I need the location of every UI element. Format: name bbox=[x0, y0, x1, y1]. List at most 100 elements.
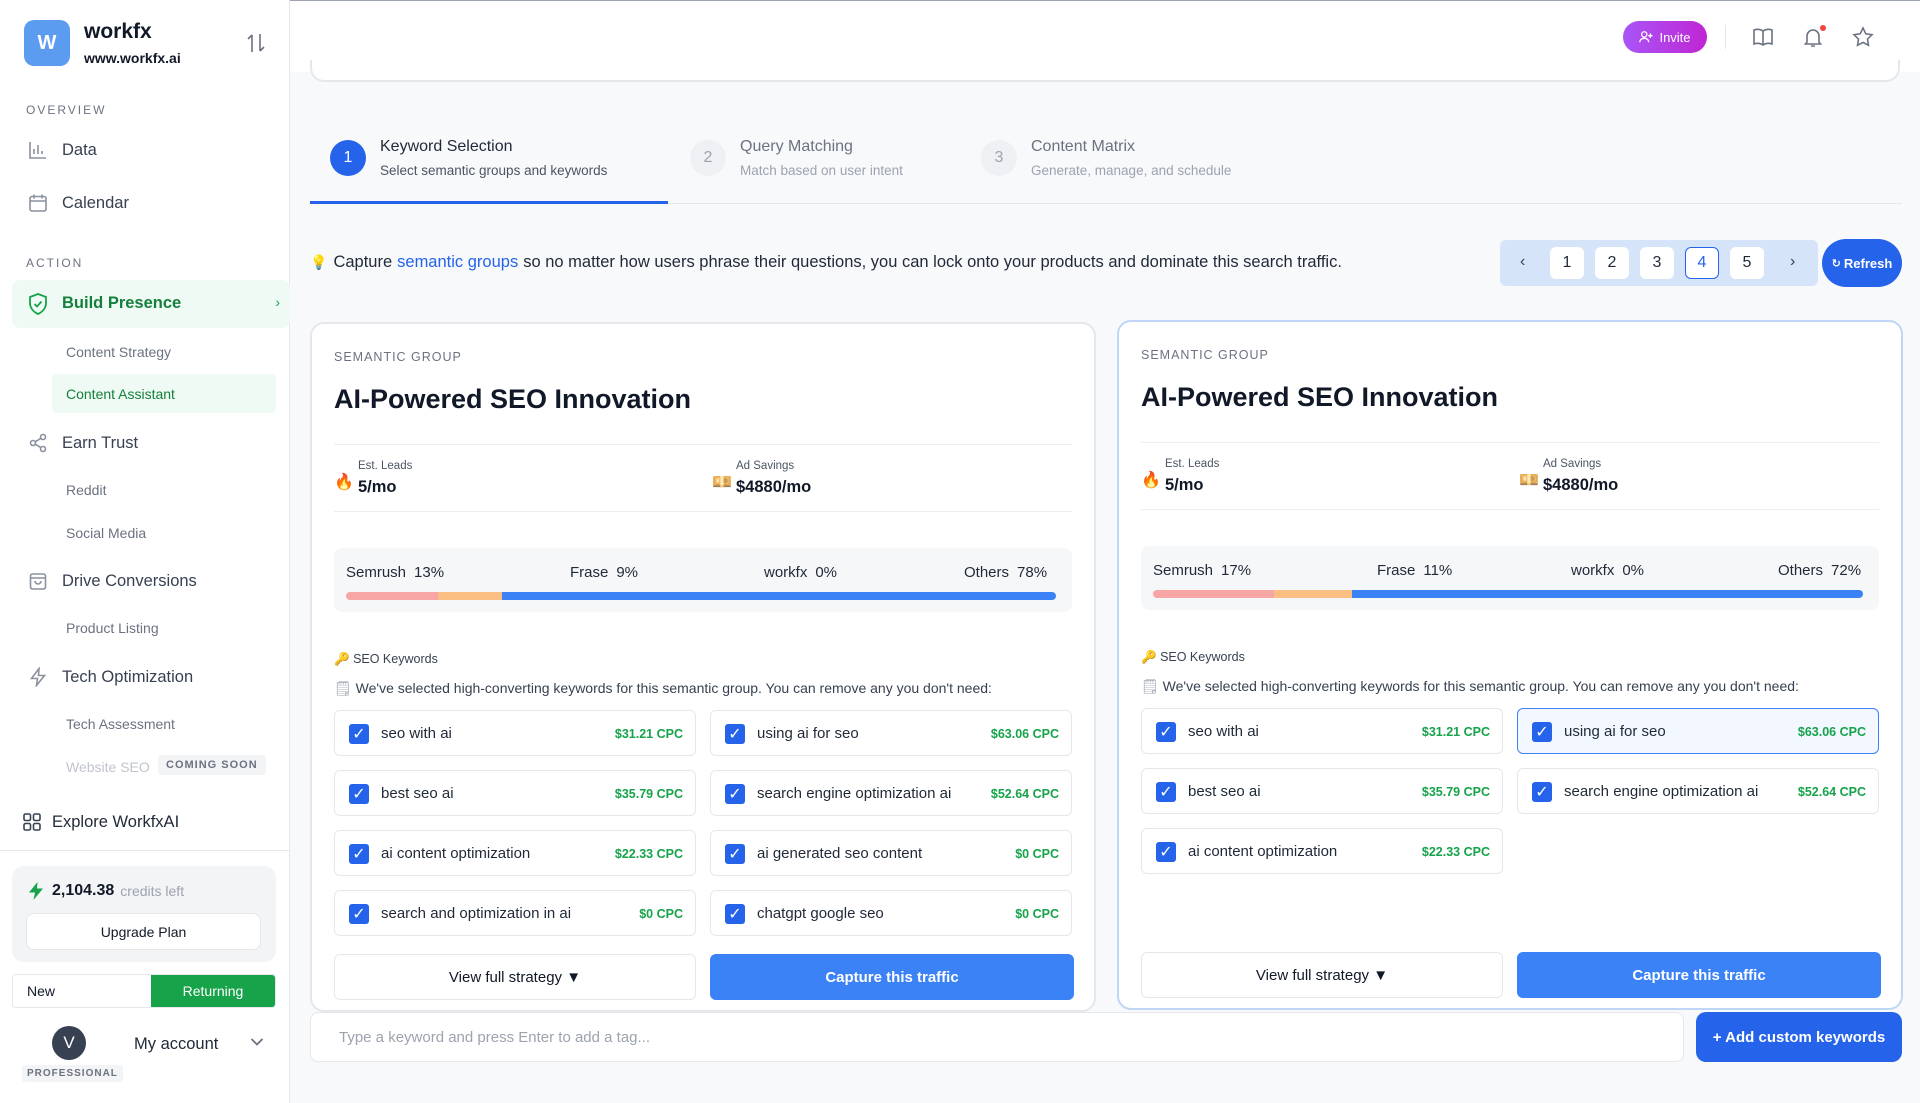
credits-value: 2,104.38 bbox=[52, 882, 115, 899]
bar-chart-icon bbox=[26, 138, 50, 162]
checkbox-checked-icon[interactable]: ✓ bbox=[349, 904, 369, 924]
active-step-indicator bbox=[310, 201, 668, 204]
metric-value: $4880/mo bbox=[1543, 476, 1619, 494]
sub-item-social-media[interactable]: Social Media bbox=[66, 525, 146, 541]
section-action-label: ACTION bbox=[26, 256, 84, 270]
shield-check-icon bbox=[29, 293, 47, 315]
keyword-text: using ai for seo bbox=[1564, 723, 1666, 740]
keyword-chip[interactable]: ✓ search and optimization in ai $0 CPC bbox=[334, 890, 696, 936]
semantic-group-card[interactable]: SEMANTIC GROUP AI-Powered SEO Innovation… bbox=[310, 322, 1096, 1012]
share-of-voice: Semrush 13% Frase 9% workfx 0% Others 78% bbox=[334, 548, 1072, 612]
keyword-chip[interactable]: ✓ using ai for seo $63.06 CPC bbox=[710, 710, 1072, 756]
book-icon[interactable] bbox=[1752, 26, 1774, 48]
share-bar-others bbox=[502, 592, 1056, 600]
checkbox-checked-icon[interactable]: ✓ bbox=[1532, 722, 1552, 742]
add-custom-keywords-button[interactable]: + Add custom keywords bbox=[1696, 1012, 1902, 1062]
keyword-text: chatgpt google seo bbox=[757, 905, 884, 922]
keyword-chip[interactable]: ✓ seo with ai $31.21 CPC bbox=[334, 710, 696, 756]
view-full-strategy-button[interactable]: View full strategy ▼ bbox=[1141, 952, 1503, 998]
keyword-text: ai content optimization bbox=[1188, 843, 1338, 860]
chevron-right-icon[interactable]: › bbox=[1790, 253, 1795, 271]
view-full-strategy-button[interactable]: View full strategy ▼ bbox=[334, 954, 696, 1000]
keyword-chip[interactable]: ✓ ai content optimization $22.33 CPC bbox=[334, 830, 696, 876]
keyword-cpc: $22.33 CPC bbox=[614, 847, 683, 861]
seo-keywords-description: 🗒 We've selected high-converting keyword… bbox=[1141, 678, 1799, 694]
nav-item-calendar[interactable]: Calendar bbox=[26, 191, 129, 215]
keyword-cpc: $52.64 CPC bbox=[990, 787, 1059, 801]
keyword-cpc: $0 CPC bbox=[1015, 847, 1059, 861]
sub-item-reddit[interactable]: Reddit bbox=[66, 482, 106, 498]
invite-button[interactable]: Invite bbox=[1623, 21, 1707, 53]
sub-item-content-strategy[interactable]: Content Strategy bbox=[66, 344, 171, 360]
sub-item-tech-assessment[interactable]: Tech Assessment bbox=[66, 716, 175, 732]
keyword-chip[interactable]: ✓ search engine optimization ai $52.64 CPC bbox=[1517, 768, 1879, 814]
checkbox-checked-icon[interactable]: ✓ bbox=[1532, 782, 1552, 802]
nav-item-tech-optimization[interactable]: Tech Optimization bbox=[26, 665, 193, 689]
keyword-text: search engine optimization ai bbox=[757, 785, 952, 802]
page-2-button[interactable]: 2 bbox=[1595, 247, 1629, 279]
checkbox-checked-icon[interactable]: ✓ bbox=[725, 844, 745, 864]
switch-workspace-icon[interactable] bbox=[246, 32, 266, 54]
nav-item-earn-trust[interactable]: Earn Trust bbox=[26, 431, 138, 455]
keyword-chip[interactable]: ✓ ai content optimization $22.33 CPC bbox=[1141, 828, 1503, 874]
metric-value: 5/mo bbox=[358, 478, 397, 496]
sub-item-content-assistant-label: Content Assistant bbox=[66, 386, 175, 402]
chevron-right-icon: › bbox=[275, 294, 280, 310]
step-subtitle: Match based on user intent bbox=[740, 163, 903, 178]
keyword-chip[interactable]: ✓ best seo ai $35.79 CPC bbox=[334, 770, 696, 816]
checkbox-checked-icon[interactable]: ✓ bbox=[349, 784, 369, 804]
semantic-group-card[interactable]: SEMANTIC GROUP AI-Powered SEO Innovation… bbox=[1117, 320, 1903, 1010]
divider bbox=[334, 511, 1072, 512]
seo-keywords-heading: 🔑 SEO Keywords bbox=[1141, 650, 1245, 664]
key-icon: 🔑 bbox=[1141, 650, 1157, 664]
nav-item-calendar-label: Calendar bbox=[62, 193, 129, 212]
metric-label: Ad Savings bbox=[1543, 458, 1602, 470]
page-3-button[interactable]: 3 bbox=[1640, 247, 1674, 279]
keyword-cpc: $52.64 CPC bbox=[1797, 785, 1866, 799]
nav-item-data[interactable]: Data bbox=[26, 138, 97, 162]
checkbox-checked-icon[interactable]: ✓ bbox=[725, 784, 745, 804]
checkbox-checked-icon[interactable]: ✓ bbox=[349, 844, 369, 864]
keyword-chip[interactable]: ✓ search engine optimization ai $52.64 CPC bbox=[710, 770, 1072, 816]
info-highlight-link[interactable]: semantic groups bbox=[397, 253, 518, 272]
refresh-button[interactable]: ↻ Refresh bbox=[1822, 239, 1902, 287]
page-5-button[interactable]: 5 bbox=[1730, 247, 1764, 279]
brand[interactable]: W workfx www.workfx.ai bbox=[24, 20, 181, 66]
nav-item-build-presence[interactable]: Build Presence › bbox=[12, 280, 290, 328]
chevron-left-icon[interactable]: ‹ bbox=[1520, 253, 1525, 271]
account-menu[interactable]: V My account bbox=[52, 1026, 282, 1066]
info-prefix: Capture bbox=[333, 253, 393, 271]
upgrade-plan-button[interactable]: Upgrade Plan bbox=[26, 913, 261, 950]
checkbox-checked-icon[interactable]: ✓ bbox=[1156, 782, 1176, 802]
checkbox-checked-icon[interactable]: ✓ bbox=[349, 724, 369, 744]
checkbox-checked-icon[interactable]: ✓ bbox=[725, 724, 745, 744]
collapsed-panel-edge bbox=[310, 60, 1900, 82]
checkbox-checked-icon[interactable]: ✓ bbox=[725, 904, 745, 924]
checkbox-checked-icon[interactable]: ✓ bbox=[1156, 842, 1176, 862]
keyword-chip[interactable]: ✓ seo with ai $31.21 CPC bbox=[1141, 708, 1503, 754]
keyword-chip[interactable]: ✓ chatgpt google seo $0 CPC bbox=[710, 890, 1072, 936]
keyword-chip[interactable]: ✓ best seo ai $35.79 CPC bbox=[1141, 768, 1503, 814]
page-4-button[interactable]: 4 bbox=[1685, 247, 1719, 279]
explore-workfxai-link[interactable]: Explore WorkfxAI bbox=[22, 812, 179, 832]
keyword-tag-input[interactable] bbox=[310, 1012, 1684, 1062]
star-icon[interactable] bbox=[1852, 26, 1874, 48]
refresh-label: Refresh bbox=[1843, 255, 1893, 271]
capture-traffic-button[interactable]: Capture this traffic bbox=[1517, 952, 1881, 998]
sub-item-product-listing[interactable]: Product Listing bbox=[66, 620, 159, 636]
keyword-cpc: $35.79 CPC bbox=[1421, 785, 1490, 799]
keyword-chip-hovered[interactable]: ✓ using ai for seo $63.06 CPC bbox=[1517, 708, 1879, 754]
nav-item-drive-conversions[interactable]: Drive Conversions bbox=[26, 569, 197, 593]
share-others: Others 78% bbox=[964, 564, 1048, 581]
segment-new-button[interactable]: New bbox=[13, 975, 151, 1007]
share-bar-semrush bbox=[346, 592, 439, 600]
checkbox-checked-icon[interactable]: ✓ bbox=[1156, 722, 1176, 742]
capture-traffic-button[interactable]: Capture this traffic bbox=[710, 954, 1074, 1000]
page-1-button[interactable]: 1 bbox=[1550, 247, 1584, 279]
sub-item-content-assistant[interactable]: Content Assistant bbox=[52, 374, 276, 413]
step-number: 2 bbox=[690, 140, 726, 176]
step-subtitle: Generate, manage, and schedule bbox=[1031, 163, 1232, 178]
keyword-chip[interactable]: ✓ ai generated seo content $0 CPC bbox=[710, 830, 1072, 876]
segment-returning-button[interactable]: Returning bbox=[151, 975, 275, 1007]
semantic-group-title: AI-Powered SEO Innovation bbox=[334, 384, 692, 414]
